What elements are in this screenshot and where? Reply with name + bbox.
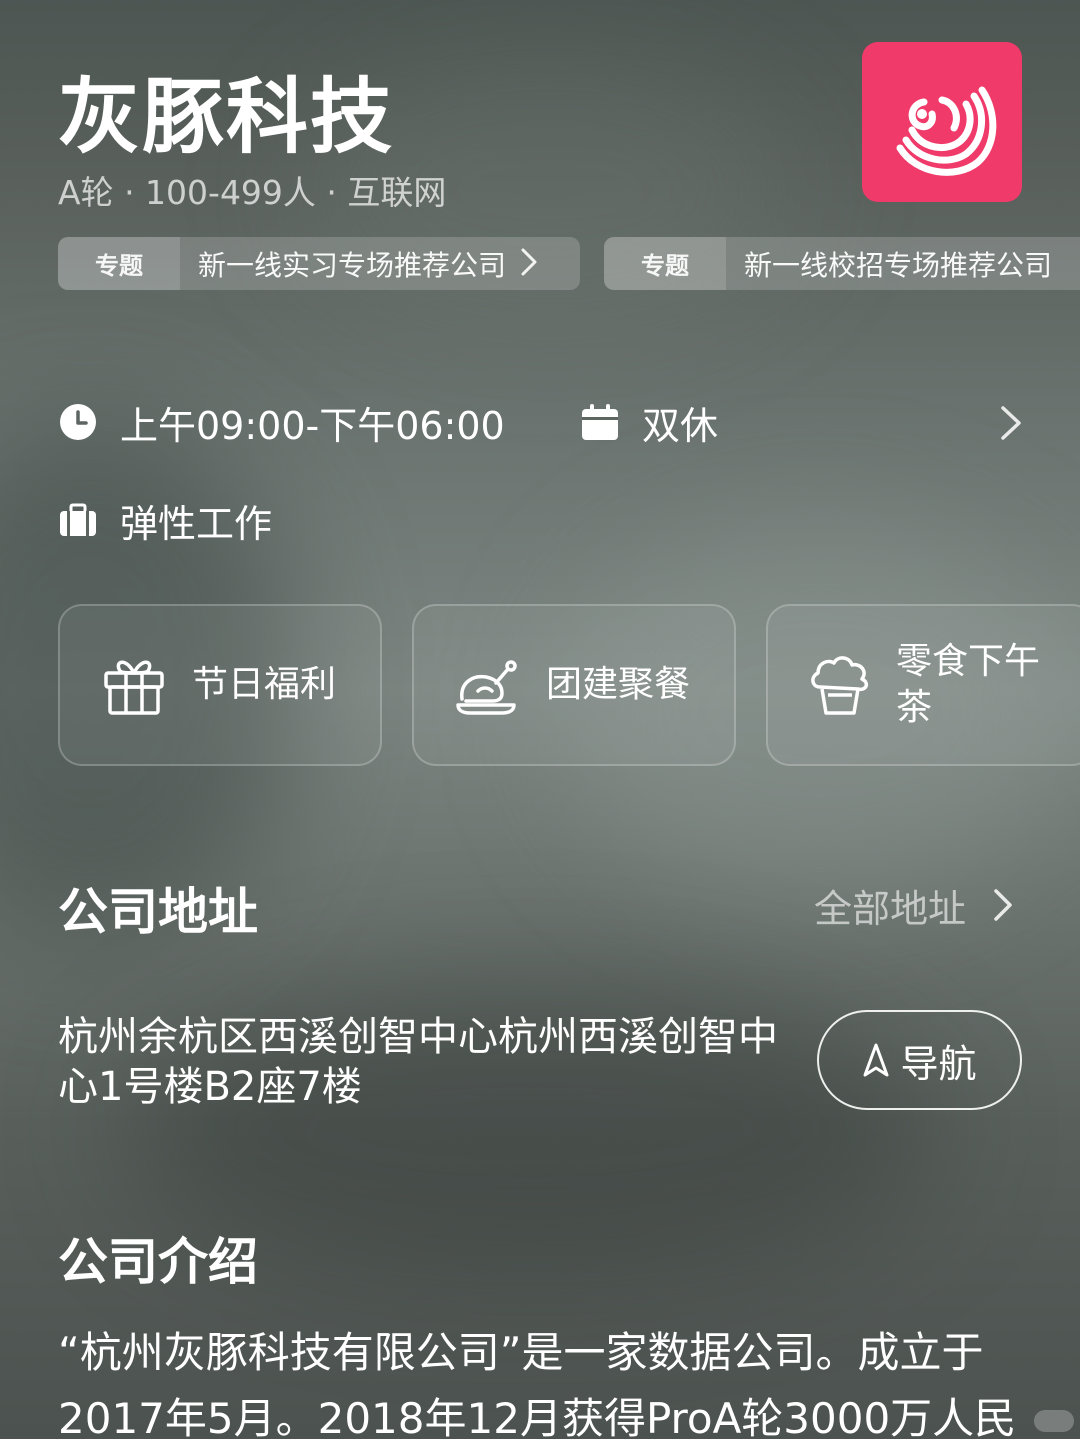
rest-days: 双休 <box>580 396 718 448</box>
topic-tag-internship[interactable]: 专题 新一线实习专场推荐公司 <box>58 237 580 290</box>
work-hours: 上午09:00-下午06:00 <box>58 396 505 448</box>
chevron-right-icon <box>992 887 1014 923</box>
company-meta: A轮 · 100-499人 · 互联网 <box>58 173 447 212</box>
address-section-title: 公司地址 <box>58 883 258 941</box>
work-mode: 弹性工作 <box>58 494 272 546</box>
benefit-label: 零食下午茶 <box>896 641 1041 728</box>
topic-tag-campus[interactable]: 专题 新一线校招专场推荐公司 <box>604 237 1080 290</box>
gift-icon <box>102 653 166 717</box>
navigate-button[interactable]: 导航 <box>817 1010 1022 1110</box>
company-intro: “杭州灰豚科技有限公司”是一家数据公司。成立于2017年5月。2018年12月获… <box>58 1328 1017 1439</box>
all-addresses-label: 全部地址 <box>814 886 967 931</box>
navigation-arrow-icon <box>862 1042 890 1078</box>
rest-days-text: 双休 <box>642 403 719 448</box>
work-hours-text: 上午09:00-下午06:00 <box>120 403 505 448</box>
cupcake-icon <box>808 653 872 717</box>
company-logo <box>862 42 1022 202</box>
chevron-right-icon <box>520 247 538 281</box>
intro-section-title: 公司介绍 <box>58 1233 258 1291</box>
benefit-card-snack[interactable]: 零食下午茶 <box>766 604 1080 766</box>
briefcase-icon <box>58 500 98 540</box>
benefit-card-holiday[interactable]: 节日福利 <box>58 604 382 766</box>
benefit-label: 节日福利 <box>192 664 337 705</box>
company-name: 灰豚科技 <box>58 70 395 165</box>
topic-text: 新一线校招专场推荐公司 <box>744 248 1053 282</box>
navigate-label: 导航 <box>900 1041 977 1086</box>
topic-text: 新一线实习专场推荐公司 <box>198 248 507 282</box>
topic-label: 专题 <box>58 237 180 290</box>
all-addresses-link[interactable]: 全部地址 <box>814 878 1014 932</box>
watermark-badge <box>1034 1410 1074 1432</box>
benefit-card-team[interactable]: 团建聚餐 <box>412 604 736 766</box>
topic-label: 专题 <box>604 237 726 290</box>
roast-chicken-icon <box>456 653 520 717</box>
work-info-chevron-icon[interactable] <box>998 404 1024 446</box>
work-mode-text: 弹性工作 <box>120 501 273 546</box>
calendar-icon <box>580 402 620 442</box>
clock-icon <box>58 402 98 442</box>
benefit-label: 团建聚餐 <box>546 664 691 705</box>
company-address: 杭州余杭区西溪创智中心杭州西溪创智中心1号楼B2座7楼 <box>58 1014 778 1110</box>
